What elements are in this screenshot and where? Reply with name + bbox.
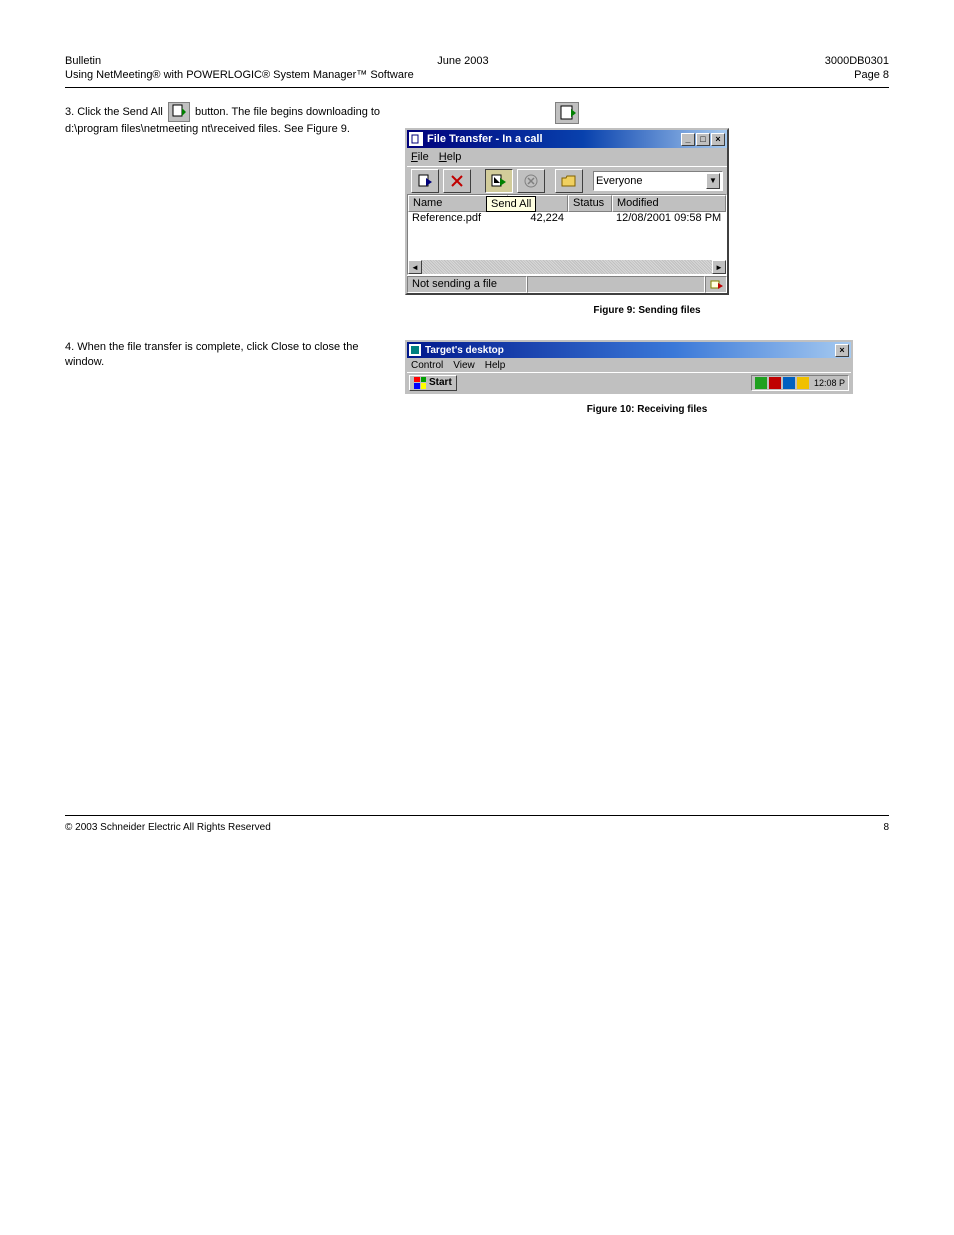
maximize-button[interactable]: □ <box>696 133 710 146</box>
send-all-button[interactable]: Send All <box>485 169 513 193</box>
minimize-button[interactable]: _ <box>681 133 695 146</box>
add-file-button[interactable] <box>411 169 439 193</box>
recipient-value: Everyone <box>596 175 642 187</box>
hscrollbar[interactable]: ◄ ► <box>408 260 726 274</box>
cell-name: Reference.pdf <box>408 212 508 226</box>
page-subheader: Using NetMeeting® with POWERLOGIC® Syste… <box>65 69 889 81</box>
tray-clock: 12:08 P <box>814 378 845 388</box>
combo-arrow-icon[interactable]: ▼ <box>706 173 720 189</box>
stop-button[interactable] <box>517 169 545 193</box>
close-button[interactable]: × <box>711 133 725 146</box>
header-bulletin: Bulletin <box>65 55 101 67</box>
remote-app-icon <box>409 344 421 356</box>
file-transfer-titlebar[interactable]: File Transfer - In a call _ □ × <box>407 130 727 148</box>
figure9-caption: Figure 9: Sending files <box>405 305 889 316</box>
page-footer: © 2003 Schneider Electric All Rights Res… <box>65 822 889 833</box>
cell-status <box>568 212 612 226</box>
system-tray: 12:08 P <box>751 375 849 391</box>
subheader-title: Using NetMeeting® with POWERLOGIC® Syste… <box>65 69 414 81</box>
start-label: Start <box>429 377 452 388</box>
menu-file[interactable]: File <box>411 151 429 163</box>
step-4: 4. When the file transfer is complete, c… <box>65 340 385 370</box>
remote-titlebar[interactable]: Target's desktop × <box>407 342 851 358</box>
step-3: 3. Click the Send All button. The file b… <box>65 102 385 137</box>
step3-prefix: 3. Click the Send All <box>65 106 166 118</box>
open-folder-button[interactable] <box>555 169 583 193</box>
remote-menubar: Control View Help <box>407 358 851 372</box>
file-transfer-window: File Transfer - In a call _ □ × File Hel… <box>405 128 729 295</box>
remote-close-button[interactable]: × <box>835 344 849 357</box>
send-all-tooltip: Send All <box>486 196 536 212</box>
remove-file-button[interactable] <box>443 169 471 193</box>
col-modified[interactable]: Modified <box>612 195 726 212</box>
tray-icon-4[interactable] <box>797 377 809 389</box>
remote-desktop-window: Target's desktop × Control View Help My … <box>405 340 853 394</box>
subheader-page: Page 8 <box>854 69 889 81</box>
tray-icon-1[interactable] <box>755 377 767 389</box>
cell-size: 42,224 <box>508 212 568 226</box>
remote-menu-help[interactable]: Help <box>485 360 506 371</box>
file-row[interactable]: Reference.pdf 42,224 12/08/2001 09:58 PM <box>408 212 726 226</box>
footer-rule <box>65 815 889 816</box>
send-all-icon-large <box>555 102 579 124</box>
status-icon <box>705 276 727 293</box>
scroll-left-icon[interactable]: ◄ <box>408 260 422 274</box>
send-all-icon <box>168 102 190 122</box>
file-transfer-title: File Transfer - In a call <box>427 133 543 145</box>
header-docnum: 3000DB0301 <box>825 55 889 67</box>
windows-flag-icon <box>414 377 426 389</box>
file-list: Name Destination Status Modified Referen… <box>407 194 727 275</box>
remote-menu-view[interactable]: View <box>453 360 475 371</box>
start-button[interactable]: Start <box>409 375 457 391</box>
footer-copyright: © 2003 Schneider Electric All Rights Res… <box>65 822 271 833</box>
file-transfer-app-icon <box>409 132 423 146</box>
file-transfer-statusbar: Not sending a file <box>407 275 727 293</box>
file-transfer-menubar: File Help <box>407 148 727 166</box>
scroll-right-icon[interactable]: ► <box>712 260 726 274</box>
footer-pagenum: 8 <box>883 822 889 833</box>
tray-icon-2[interactable] <box>769 377 781 389</box>
figure10-caption: Figure 10: Receiving files <box>405 404 889 415</box>
remote-title: Target's desktop <box>425 345 504 356</box>
status-text: Not sending a file <box>407 276 527 293</box>
header-date: June 2003 <box>437 55 488 67</box>
file-transfer-toolbar: Send All Everyone ▼ <box>407 166 727 194</box>
header-rule <box>65 87 889 88</box>
remote-menu-control[interactable]: Control <box>411 360 443 371</box>
tray-icon-3[interactable] <box>783 377 795 389</box>
menu-help[interactable]: Help <box>439 151 462 163</box>
col-status[interactable]: Status <box>568 195 612 212</box>
remote-taskbar: Start 12:08 P <box>407 372 851 392</box>
page-header: Bulletin June 2003 3000DB0301 <box>65 55 889 67</box>
cell-modified: 12/08/2001 09:58 PM <box>612 212 726 226</box>
recipient-combo[interactable]: Everyone ▼ <box>593 171 723 191</box>
